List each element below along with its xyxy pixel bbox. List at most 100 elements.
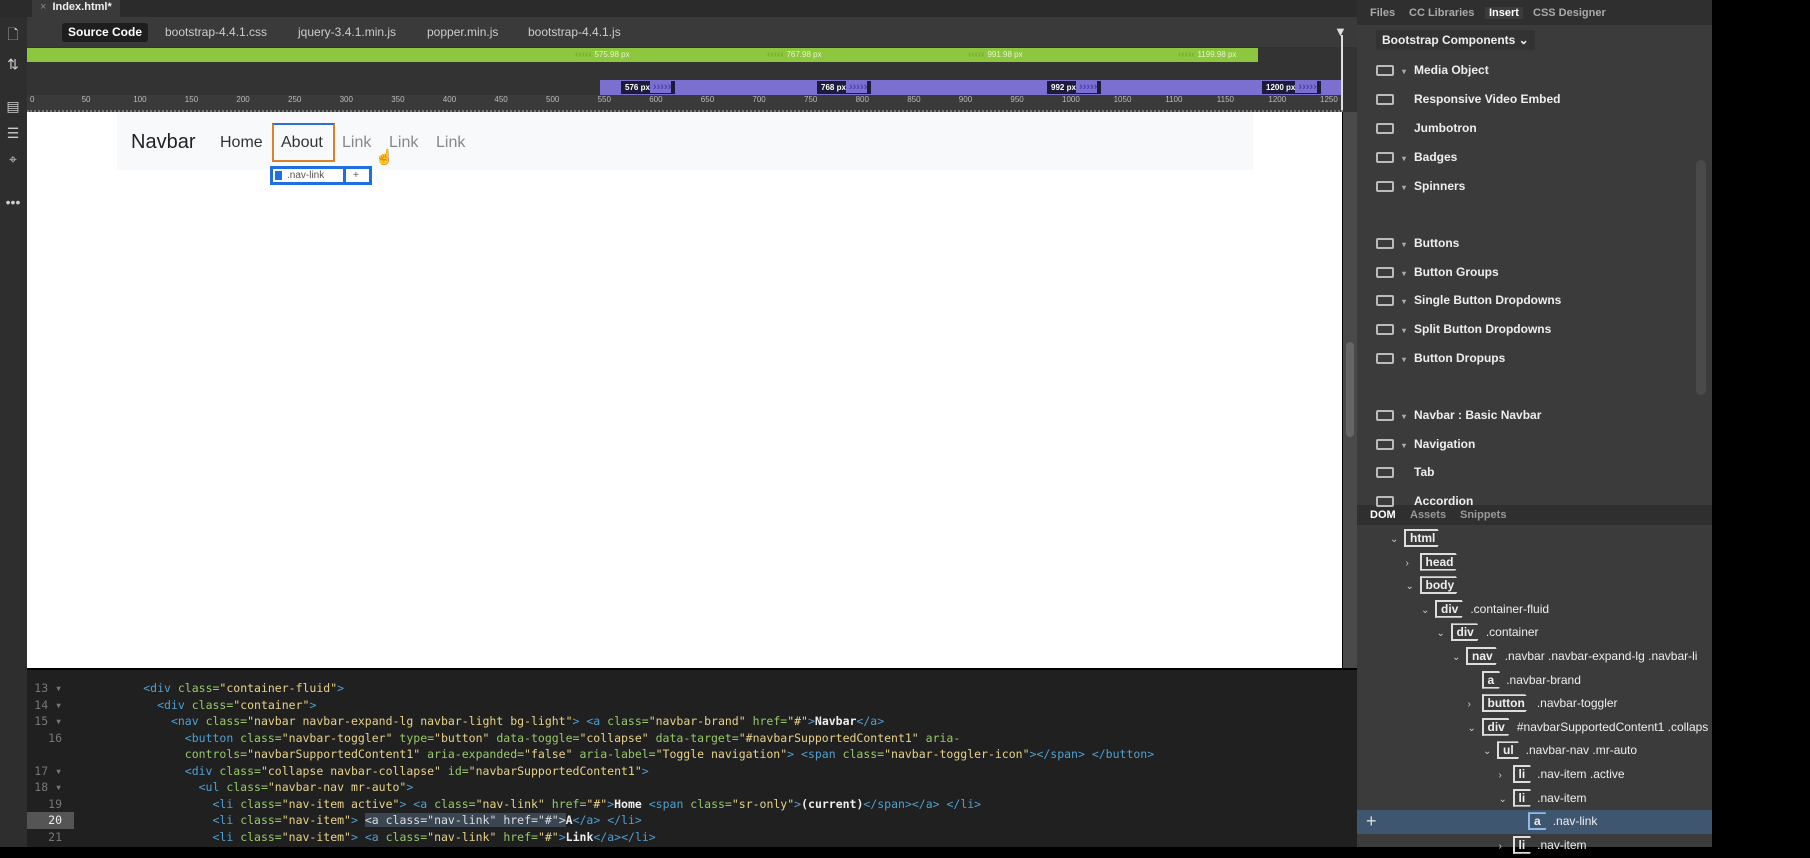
min-width-label[interactable]: 767.98 px (767, 48, 821, 62)
insert-item[interactable]: Jumbotron (1376, 117, 1477, 139)
code-line[interactable]: 21 <li class="nav-item"> <a class="nav-l… (27, 829, 1357, 846)
dom-panel-tab[interactable]: Snippets (1460, 509, 1506, 521)
insert-item[interactable]: ▾ Button Dropups (1376, 347, 1505, 369)
dom-node[interactable]: ⌄ body (1406, 574, 1467, 597)
dom-node[interactable]: › button .navbar-toggler (1468, 692, 1618, 715)
source-tab[interactable]: popper.min.js (421, 23, 504, 42)
expand-chevron-icon[interactable]: › (1499, 835, 1513, 858)
code-token: "navbar navbar-expand-lg navbar-light bg… (247, 714, 573, 728)
dom-node[interactable]: ⌄ html (1390, 527, 1447, 550)
dom-node[interactable]: ⌄ li .nav-item (1499, 787, 1587, 810)
code-view[interactable]: 13 ▾ <div class="container-fluid"> 14 ▾ <… (27, 670, 1357, 847)
min-width-media-query-bar[interactable] (27, 48, 1258, 62)
code-line[interactable]: 19 <li class="nav-item active"> <a class… (27, 796, 1357, 813)
close-tab-icon[interactable]: × (40, 1, 46, 13)
dom-node[interactable]: a .navbar-brand (1468, 669, 1581, 692)
insert-item[interactable]: Responsive Video Embed (1376, 88, 1561, 110)
element-class-field[interactable]: .nav-link (287, 170, 324, 181)
source-tab[interactable]: bootstrap-4.4.1.js (522, 23, 627, 42)
expand-chevron-icon[interactable]: ⌄ (1421, 599, 1435, 622)
target-icon[interactable]: ⌖ (4, 150, 22, 168)
expand-chevron-icon[interactable]: ⌄ (1499, 788, 1513, 811)
max-width-label[interactable]: 992 px (1047, 81, 1102, 94)
insert-item[interactable]: ▾ Spinners (1376, 175, 1465, 197)
code-line[interactable]: 13 ▾ <div class="container-fluid"> (27, 680, 1357, 697)
dom-node[interactable]: › li .nav-item .active (1499, 763, 1625, 786)
max-width-media-query-bar[interactable] (600, 80, 1342, 95)
dom-node[interactable]: ⌄ div #navbarSupportedContent1 .collaps (1468, 716, 1708, 740)
insert-scrollbar[interactable] (1696, 160, 1706, 395)
insert-item[interactable]: ▾ Navigation (1376, 433, 1475, 455)
code-line[interactable]: controls="navbarSupportedContent1" aria-… (27, 746, 1357, 763)
expand-chevron-icon[interactable]: ⌄ (1406, 575, 1420, 598)
navbar-brand[interactable]: Navbar (131, 131, 195, 154)
dom-node[interactable]: ⌄ nav .navbar .navbar-expand-lg .navbar-li (1452, 645, 1697, 668)
nav-link[interactable]: About (281, 134, 323, 152)
code-line[interactable]: 20 <li class="nav-item"> <a class="nav-l… (27, 812, 1357, 829)
dom-panel-tab[interactable]: DOM (1370, 509, 1396, 521)
dom-tree-icon[interactable]: ☰ (4, 124, 22, 142)
sort-icon[interactable]: ⇅ (4, 55, 22, 73)
filter-icon[interactable]: ▼ (1334, 24, 1347, 39)
code-line[interactable]: 17 ▾ <div class="collapse navbar-collaps… (27, 763, 1357, 780)
expand-chevron-icon[interactable]: ⌄ (1452, 646, 1466, 669)
dom-node[interactable]: ⌄ ul .navbar-nav .mr-auto (1483, 739, 1637, 762)
max-width-label[interactable]: 1200 px (1262, 81, 1321, 94)
add-class-button[interactable]: + (353, 170, 359, 181)
source-tab[interactable]: jquery-3.4.1.min.js (292, 23, 402, 42)
max-width-label[interactable]: 768 px (817, 81, 872, 94)
min-width-label[interactable]: 991.98 px (968, 48, 1022, 62)
design-scrollbar[interactable] (1343, 112, 1357, 668)
source-tab[interactable]: Source Code (62, 23, 149, 42)
code-line[interactable]: 18 ▾ <ul class="navbar-nav mr-auto"> (27, 779, 1357, 796)
expand-chevron-icon[interactable]: › (1406, 552, 1420, 575)
file-icon[interactable]: 🗋 (4, 25, 22, 43)
ruler-tick-label: 350 (391, 95, 405, 104)
dom-node[interactable]: › li .nav-item (1499, 834, 1587, 857)
dom-node[interactable]: a .nav-link (1514, 810, 1597, 833)
more-icon[interactable]: ••• (4, 193, 22, 211)
dom-node[interactable]: › head (1406, 551, 1466, 574)
code-line[interactable]: 15 ▾ <nav class="navbar navbar-expand-lg… (27, 713, 1357, 730)
code-line[interactable]: 14 ▾ <div class="container"> (27, 697, 1357, 714)
insert-item[interactable]: ▾ Button Groups (1376, 261, 1499, 283)
nav-link[interactable]: Link (389, 134, 418, 152)
expand-chevron-icon[interactable]: ⌄ (1468, 717, 1482, 740)
min-width-label[interactable]: 575.98 px (575, 48, 629, 62)
nav-link[interactable]: Link (436, 134, 465, 152)
dom-node[interactable]: ⌄ div .container (1437, 621, 1539, 644)
expand-chevron-icon[interactable]: ⌄ (1437, 622, 1451, 645)
dom-node[interactable]: ⌄ div .container-fluid (1421, 598, 1549, 621)
panel-tab[interactable]: CSS Designer (1533, 7, 1606, 19)
inspect-icon[interactable]: ▤ (4, 97, 22, 115)
insert-item[interactable]: ▾ Media Object (1376, 59, 1489, 81)
dom-panel-tab[interactable]: Assets (1410, 509, 1446, 521)
expand-chevron-icon[interactable]: ⌄ (1483, 740, 1497, 763)
panel-tab[interactable]: Insert (1485, 7, 1523, 19)
nav-link[interactable]: Home (220, 134, 263, 152)
component-icon (1376, 152, 1394, 164)
expand-chevron-icon[interactable]: › (1499, 764, 1513, 787)
code-token: class= (385, 829, 428, 844)
insert-item[interactable]: ▾ Single Button Dropdowns (1376, 289, 1561, 311)
expand-chevron-icon[interactable]: ⌄ (1390, 528, 1404, 551)
insert-item[interactable]: ▾ Navbar : Basic Navbar (1376, 404, 1541, 426)
max-width-label[interactable]: 576 px (621, 81, 676, 94)
insert-item[interactable]: ▾ Buttons (1376, 232, 1459, 254)
insert-item[interactable]: Tab (1376, 461, 1434, 483)
insert-category-dropdown[interactable]: Bootstrap Components ⌄ (1376, 30, 1535, 50)
document-tab[interactable]: × Index.html* (32, 0, 120, 17)
source-tab[interactable]: bootstrap-4.4.1.css (159, 23, 273, 42)
viewport-resize-handle[interactable] (1341, 35, 1343, 110)
min-width-label[interactable]: 1199.98 px (1178, 48, 1236, 62)
panel-tab[interactable]: Files (1370, 7, 1395, 19)
code-line[interactable]: 16 <button class="navbar-toggler" type="… (27, 730, 1357, 747)
design-view[interactable] (27, 112, 1342, 668)
insert-item[interactable]: ▾ Split Button Dropdowns (1376, 318, 1551, 340)
expand-chevron-icon[interactable]: › (1468, 693, 1482, 716)
panel-tab[interactable]: CC Libraries (1409, 7, 1474, 19)
element-hud[interactable]: .nav-link + (270, 166, 372, 185)
insert-item[interactable]: ▾ Badges (1376, 146, 1457, 168)
nav-link[interactable]: Link (342, 134, 371, 152)
add-element-button[interactable]: + (1366, 811, 1377, 832)
